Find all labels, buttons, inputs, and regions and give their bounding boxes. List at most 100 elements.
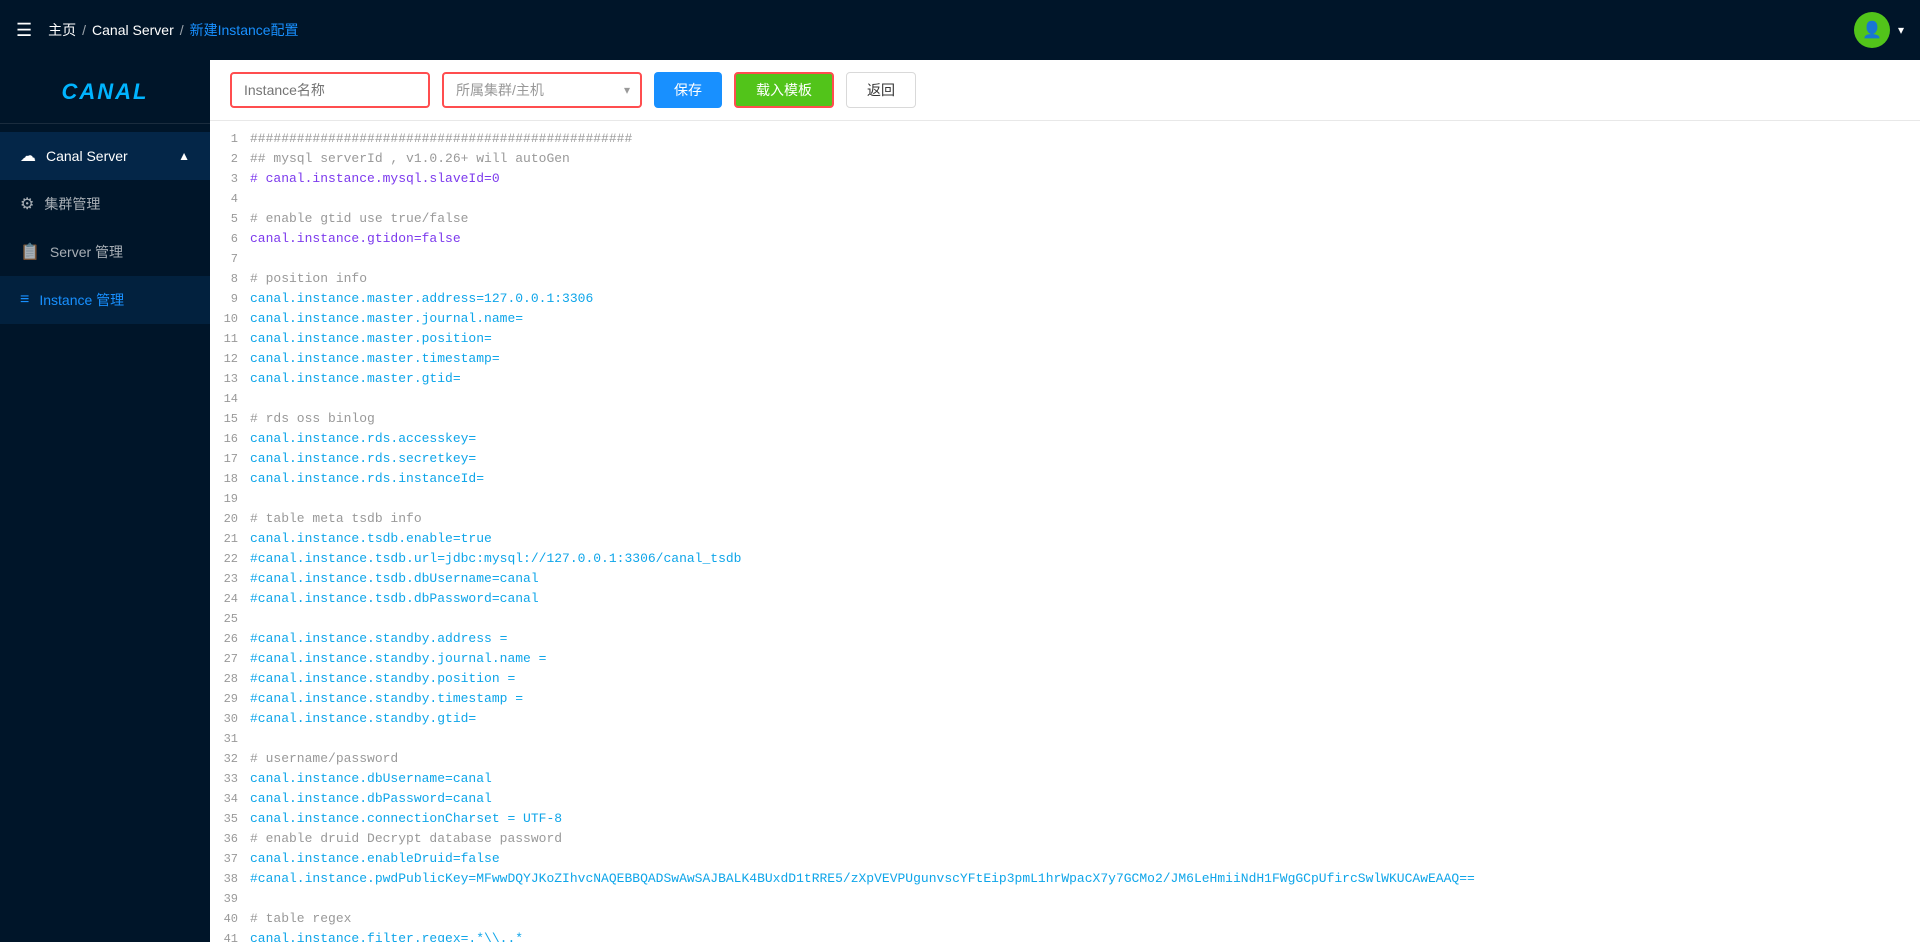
sidebar-item-canal-server-label: Canal Server [46,148,128,164]
line-number: 19 [210,489,250,509]
line-content: canal.instance.rds.accesskey= [250,429,1920,449]
line-content: # position info [250,269,1920,289]
canal-server-icon: ☁ [20,146,36,166]
sidebar-item-server-label: Server 管理 [50,242,123,262]
line-number: 33 [210,769,250,789]
code-line: 8# position info [210,269,1920,289]
line-number: 26 [210,629,250,649]
code-line: 36# enable druid Decrypt database passwo… [210,829,1920,849]
line-number: 22 [210,549,250,569]
line-number: 16 [210,429,250,449]
line-number: 3 [210,169,250,189]
code-line: 28#canal.instance.standby.position = [210,669,1920,689]
line-number: 35 [210,809,250,829]
sidebar-item-cluster-manage[interactable]: ⚙ 集群管理 [0,180,210,228]
code-line: 17canal.instance.rds.secretkey= [210,449,1920,469]
line-number: 18 [210,469,250,489]
canal-server-chevron: ▲ [178,149,190,163]
back-button[interactable]: 返回 [846,72,916,108]
code-line: 9canal.instance.master.address=127.0.0.1… [210,289,1920,309]
line-number: 38 [210,869,250,889]
sidebar-item-canal-server[interactable]: ☁ Canal Server ▲ [0,132,210,180]
sidebar-item-server-manage[interactable]: 📋 Server 管理 [0,228,210,276]
load-template-button[interactable]: 载入模板 [734,72,834,108]
toolbar: 所属集群/主机 ▾ 保存 载入模板 返回 [210,60,1920,121]
avatar-dropdown-arrow[interactable]: ▾ [1898,23,1904,37]
line-number: 5 [210,209,250,229]
code-editor[interactable]: 1#######################################… [210,121,1920,942]
line-content: canal.instance.connectionCharset = UTF-8 [250,809,1920,829]
line-number: 7 [210,249,250,269]
line-number: 41 [210,929,250,942]
code-line: 2## mysql serverId , v1.0.26+ will autoG… [210,149,1920,169]
line-content: canal.instance.filter.regex=.*\\..* [250,929,1920,942]
line-content: ## mysql serverId , v1.0.26+ will autoGe… [250,149,1920,169]
sidebar-logo: CANAL [0,60,210,124]
cluster-select[interactable]: 所属集群/主机 [444,74,640,106]
line-content: #canal.instance.tsdb.dbUsername=canal [250,569,1920,589]
code-line: 27#canal.instance.standby.journal.name = [210,649,1920,669]
line-content: #canal.instance.standby.timestamp = [250,689,1920,709]
code-line: 29#canal.instance.standby.timestamp = [210,689,1920,709]
line-content: #canal.instance.standby.gtid= [250,709,1920,729]
line-number: 34 [210,789,250,809]
line-number: 29 [210,689,250,709]
line-number: 9 [210,289,250,309]
sidebar: CANAL ☁ Canal Server ▲ ⚙ 集群管理 📋 Server 管… [0,60,210,942]
code-line: 20# table meta tsdb info [210,509,1920,529]
line-number: 40 [210,909,250,929]
breadcrumb-sep1: / [82,22,86,38]
code-line: 6canal.instance.gtidon=false [210,229,1920,249]
server-icon: 📋 [20,242,40,262]
menu-icon[interactable]: ☰ [16,20,32,41]
line-content: canal.instance.master.timestamp= [250,349,1920,369]
line-content: ########################################… [250,129,1920,149]
breadcrumb: 主页 / Canal Server / 新建Instance配置 [48,20,298,40]
code-line: 1#######################################… [210,129,1920,149]
sidebar-item-cluster-label: 集群管理 [44,194,100,214]
avatar[interactable]: 👤 [1854,12,1890,48]
line-number: 20 [210,509,250,529]
line-content: canal.instance.master.gtid= [250,369,1920,389]
code-line: 7 [210,249,1920,269]
save-button[interactable]: 保存 [654,72,722,108]
line-content: # enable druid Decrypt database password [250,829,1920,849]
code-line: 22#canal.instance.tsdb.url=jdbc:mysql://… [210,549,1920,569]
line-number: 15 [210,409,250,429]
line-number: 39 [210,889,250,909]
code-line: 23#canal.instance.tsdb.dbUsername=canal [210,569,1920,589]
breadcrumb-home[interactable]: 主页 [48,20,76,40]
line-content: canal.instance.tsdb.enable=true [250,529,1920,549]
breadcrumb-canal-server[interactable]: Canal Server [92,22,174,38]
code-line: 13canal.instance.master.gtid= [210,369,1920,389]
code-line: 12canal.instance.master.timestamp= [210,349,1920,369]
line-number: 1 [210,129,250,149]
line-content: canal.instance.dbPassword=canal [250,789,1920,809]
instance-icon: ≡ [20,291,29,309]
header-right: 👤 ▾ [1854,12,1904,48]
line-content: canal.instance.master.address=127.0.0.1:… [250,289,1920,309]
code-line: 19 [210,489,1920,509]
line-content: #canal.instance.pwdPublicKey=MFwwDQYJKoZ… [250,869,1920,889]
code-line: 38#canal.instance.pwdPublicKey=MFwwDQYJK… [210,869,1920,889]
line-content: #canal.instance.tsdb.dbPassword=canal [250,589,1920,609]
code-line: 25 [210,609,1920,629]
line-number: 21 [210,529,250,549]
content-area: 所属集群/主机 ▾ 保存 载入模板 返回 1##################… [210,60,1920,942]
sidebar-menu: ☁ Canal Server ▲ ⚙ 集群管理 📋 Server 管理 ≡ In… [0,124,210,324]
instance-name-input[interactable] [230,72,430,108]
line-number: 13 [210,369,250,389]
line-number: 23 [210,569,250,589]
breadcrumb-sep2: / [180,22,184,38]
line-number: 31 [210,729,250,749]
line-content: # table meta tsdb info [250,509,1920,529]
cluster-select-wrapper: 所属集群/主机 ▾ [442,72,642,108]
main-layout: CANAL ☁ Canal Server ▲ ⚙ 集群管理 📋 Server 管… [0,60,1920,942]
sidebar-item-instance-manage[interactable]: ≡ Instance 管理 [0,276,210,324]
line-number: 32 [210,749,250,769]
code-line: 31 [210,729,1920,749]
line-number: 12 [210,349,250,369]
line-content: # canal.instance.mysql.slaveId=0 [250,169,1920,189]
code-line: 41canal.instance.filter.regex=.*\\..* [210,929,1920,942]
line-number: 27 [210,649,250,669]
